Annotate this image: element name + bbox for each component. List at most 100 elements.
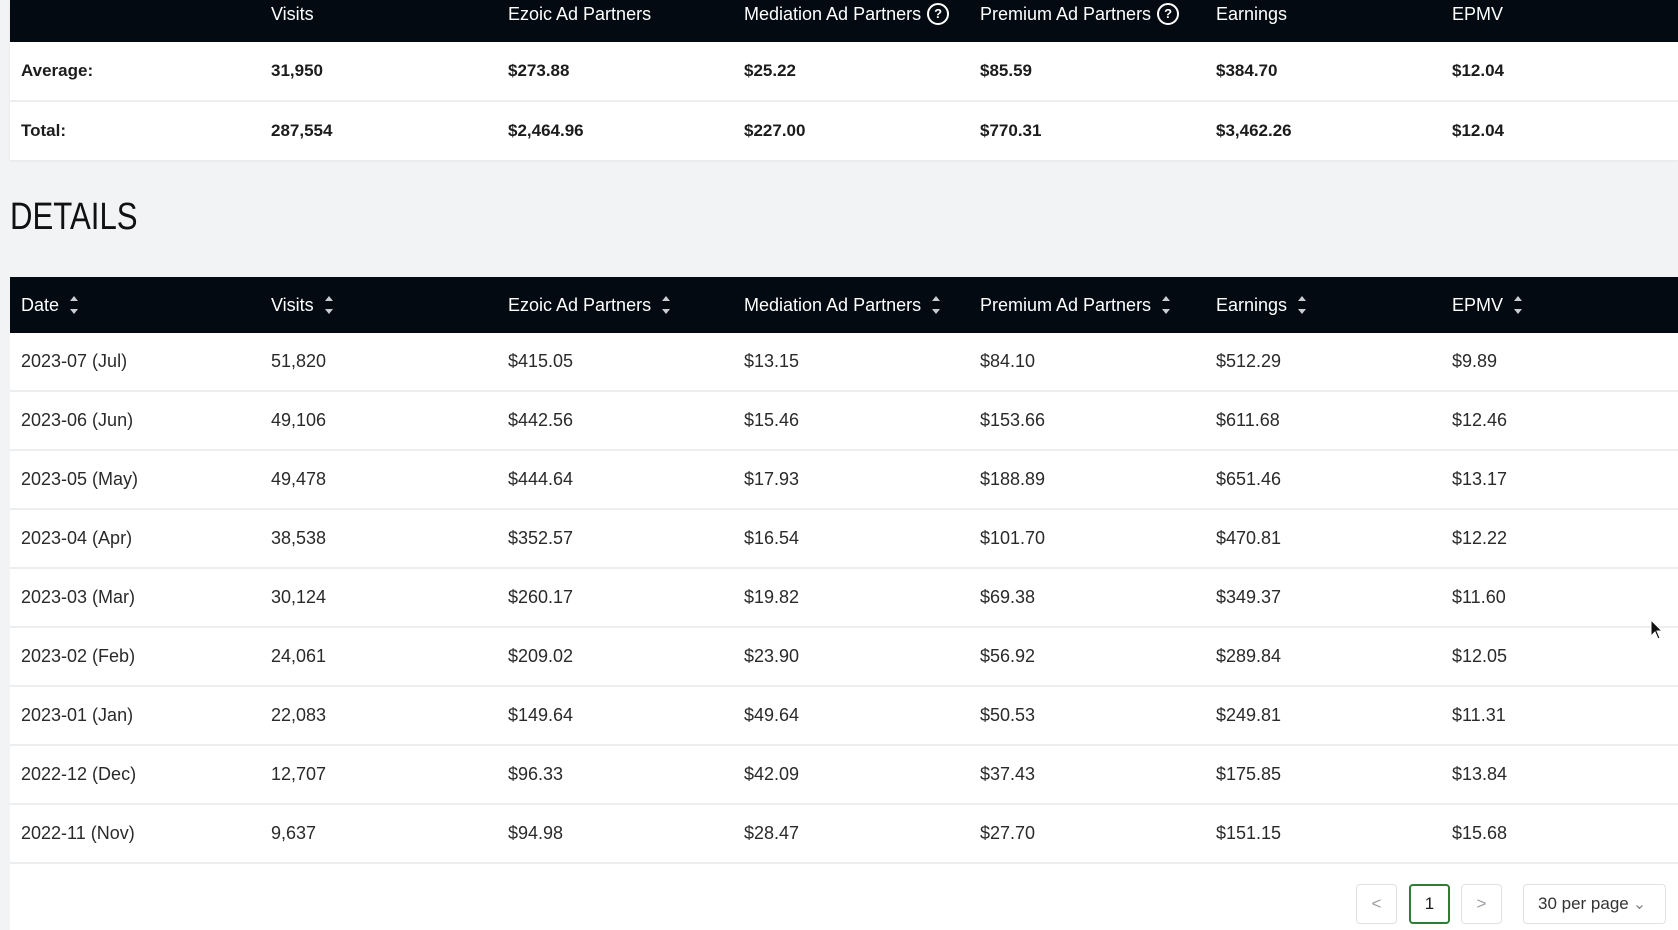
table-cell: $37.43 — [980, 764, 1036, 784]
table-cell: 2023-06 (Jun) — [21, 410, 134, 430]
summary-cell: Total: — [21, 121, 67, 140]
sort-icon[interactable] — [661, 294, 671, 316]
summary-header-epmv: EPMV — [1452, 3, 1504, 24]
summary-cell: Average: — [21, 61, 94, 80]
summary-cell: $227.00 — [744, 121, 806, 140]
summary-header-mediation-label: Mediation Ad Partners — [744, 3, 922, 24]
summary-header-mediation: Mediation Ad Partners ? — [733, 0, 969, 42]
table-row: 2022-11 (Nov) 9,637 $94.98 $28.47 $27.70 $151… — [10, 805, 1678, 864]
table-cell: $9.89 — [1452, 351, 1498, 371]
table-cell: $19.82 — [744, 587, 800, 607]
summary-cell: $12.04 — [1452, 61, 1504, 80]
column-header-premium[interactable]: Premium Ad Partners — [969, 277, 1205, 333]
table-cell: 2023-05 (May) — [21, 469, 139, 489]
table-cell: 22,083 — [271, 705, 327, 725]
table-cell: $15.68 — [1452, 823, 1508, 843]
table-cell: $17.93 — [744, 469, 800, 489]
summary-cell: 31,950 — [271, 61, 323, 80]
column-header-label: Ezoic Ad Partners — [508, 294, 652, 315]
column-header-label: Premium Ad Partners — [980, 294, 1152, 315]
table-row: 2023-04 (Apr) 38,538 $352.57 $16.54 $101.70 $… — [10, 510, 1678, 569]
summary-cell: $2,464.96 — [508, 121, 584, 140]
table-cell: 51,820 — [271, 351, 327, 371]
sort-icon[interactable] — [1297, 294, 1307, 316]
summary-cell: $384.70 — [1216, 61, 1278, 80]
sort-icon[interactable] — [931, 294, 941, 316]
table-cell: $415.05 — [508, 351, 574, 371]
table-cell: 38,538 — [271, 528, 327, 548]
table-cell: 2023-02 (Feb) — [21, 646, 136, 666]
table-cell: $27.70 — [980, 823, 1036, 843]
table-cell: $470.81 — [1216, 528, 1282, 548]
sort-icon[interactable] — [69, 294, 79, 316]
table-row: 2023-02 (Feb) 24,061 $209.02 $23.90 $56.92 $2… — [10, 628, 1678, 687]
table-cell: $84.10 — [980, 351, 1036, 371]
summary-cell: $25.22 — [744, 61, 796, 80]
table-row: 2022-12 (Dec) 12,707 $96.33 $42.09 $37.43 $17… — [10, 746, 1678, 805]
details-heading: DETAILS — [10, 196, 138, 238]
summary-cell: $273.88 — [508, 61, 570, 80]
column-header-epmv[interactable]: EPMV — [1441, 277, 1677, 333]
next-page-button[interactable]: > — [1461, 884, 1502, 924]
table-row: 2023-03 (Mar) 30,124 $260.17 $19.82 $69.38 $3… — [10, 569, 1678, 628]
table-cell: 49,478 — [271, 469, 327, 489]
table-cell: $13.17 — [1452, 469, 1508, 489]
table-cell: $260.17 — [508, 587, 574, 607]
column-header-ezoic[interactable]: Ezoic Ad Partners — [497, 277, 733, 333]
summary-header-premium: Premium Ad Partners ? — [969, 0, 1205, 42]
sort-icon[interactable] — [1513, 294, 1523, 316]
column-header-label: Visits — [271, 294, 314, 315]
column-header-mediation[interactable]: Mediation Ad Partners — [733, 277, 969, 333]
table-cell: $28.47 — [744, 823, 800, 843]
column-header-label: Earnings — [1216, 294, 1288, 315]
table-cell: $444.64 — [508, 469, 574, 489]
table-cell: $188.89 — [980, 469, 1046, 489]
report-page: Visits Ezoic Ad Partners Mediation Ad Pa… — [0, 0, 1678, 930]
table-cell: $23.90 — [744, 646, 800, 666]
table-cell: $69.38 — [980, 587, 1036, 607]
summary-table: Visits Ezoic Ad Partners Mediation Ad Pa… — [10, 0, 1678, 160]
table-cell: $249.81 — [1216, 705, 1282, 725]
table-cell: 24,061 — [271, 646, 327, 666]
table-cell: $12.46 — [1452, 410, 1508, 430]
help-circle-icon[interactable]: ? — [927, 3, 950, 25]
summary-cell: $770.31 — [980, 121, 1042, 140]
table-cell: $49.64 — [744, 705, 800, 725]
table-cell: $15.46 — [744, 410, 800, 430]
mouse-cursor-icon — [1650, 619, 1664, 640]
table-cell: $611.68 — [1216, 410, 1280, 430]
table-cell: $352.57 — [508, 528, 574, 548]
table-cell: $512.29 — [1216, 351, 1282, 371]
table-cell: $16.54 — [744, 528, 800, 548]
previous-page-button[interactable]: < — [1356, 884, 1397, 924]
chevron-down-icon: ⌄ — [1632, 896, 1647, 913]
summary-header-earnings: Earnings — [1216, 3, 1288, 24]
summary-cell: $85.59 — [980, 61, 1032, 80]
table-cell: 30,124 — [271, 587, 327, 607]
table-cell: 2023-03 (Mar) — [21, 587, 136, 607]
summary-cell: $3,462.26 — [1216, 121, 1292, 140]
table-cell: $11.31 — [1452, 705, 1506, 725]
table-cell: $349.37 — [1216, 587, 1282, 607]
table-cell: $56.92 — [980, 646, 1036, 666]
column-header-date[interactable]: Date — [10, 277, 260, 333]
table-cell: $153.66 — [980, 410, 1046, 430]
sort-icon[interactable] — [324, 294, 334, 316]
help-circle-icon[interactable]: ? — [1157, 3, 1180, 25]
table-cell: 9,637 — [271, 823, 317, 843]
details-table: Date Visits Ezoic Ad Partners Mediation … — [10, 277, 1678, 930]
table-cell: $50.53 — [980, 705, 1036, 725]
sort-icon[interactable] — [1161, 294, 1171, 316]
table-row: 2023-07 (Jul) 51,820 $415.05 $13.15 $84.10 $5… — [10, 333, 1678, 392]
column-header-earnings[interactable]: Earnings — [1205, 277, 1441, 333]
page-1-button[interactable]: 1 — [1409, 884, 1450, 924]
details-header-row: Date Visits Ezoic Ad Partners Mediation … — [10, 277, 1678, 333]
table-cell: $12.22 — [1452, 528, 1508, 548]
per-page-select[interactable]: 30 per page ⌄ — [1523, 884, 1666, 924]
summary-header-blank — [10, 0, 260, 42]
table-cell: 2023-07 (Jul) — [21, 351, 128, 371]
summary-cell: 287,554 — [271, 121, 333, 140]
column-header-visits[interactable]: Visits — [260, 277, 497, 333]
column-header-label: Date — [21, 294, 60, 315]
table-cell: $13.84 — [1452, 764, 1508, 784]
